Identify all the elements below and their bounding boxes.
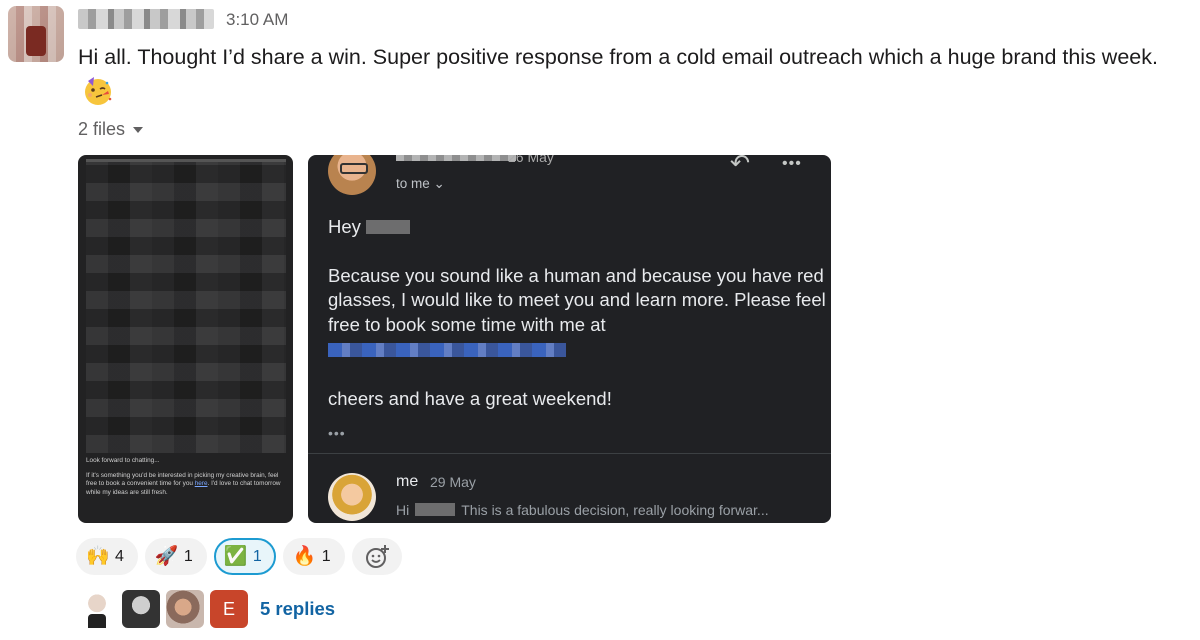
sender-avatar[interactable] [8, 6, 64, 62]
rocket-icon: 🚀 [154, 545, 179, 567]
more-options-icon: ••• [782, 155, 802, 172]
sender-name-redacted[interactable] [78, 9, 214, 29]
caret-down-icon [133, 126, 144, 133]
reaction-count: 4 [115, 547, 124, 565]
email-divider [308, 453, 831, 454]
email-paragraph: Because you sound like a human and becau… [328, 264, 826, 335]
reaction-count: 1 [183, 547, 193, 565]
redacted-name [415, 503, 456, 516]
attachment1-text: Look forward to chatting... If it's some… [86, 457, 284, 504]
redacted-name [366, 220, 411, 234]
attachment-image-1[interactable]: Look forward to chatting... If it's some… [78, 155, 293, 523]
reaction-white-check-mark[interactable]: ✅ 1 [213, 538, 276, 575]
reply-snippet-greeting: Hi [396, 502, 410, 518]
message-body: Hi all. Thought I’d share a win. Super p… [78, 40, 1193, 111]
check-mark-icon: ✅ [223, 545, 248, 567]
raised-hands-icon: 🙌 [86, 545, 110, 567]
message-timestamp[interactable]: 3:10 AM [226, 10, 288, 30]
fire-icon: 🔥 [292, 545, 317, 567]
email-signoff: cheers and have a great weekend! [328, 388, 612, 409]
reply-snippet: This is a fabulous decision, really look… [461, 502, 769, 518]
add-reaction-button[interactable] [351, 538, 402, 575]
attachment1-link: here [194, 480, 208, 488]
image-top-bar [86, 159, 286, 162]
email-sender-avatar [328, 155, 376, 195]
redacted-link [328, 343, 566, 357]
reactions-bar: 🙌 4 🚀 1 ✅ 1 🔥 1 [76, 538, 402, 575]
thread-replies[interactable]: E 5 replies [78, 590, 335, 628]
reply-date: 29 May [430, 474, 476, 490]
attachment1-line2: If it's something you'd be interested in… [86, 472, 284, 497]
reply-sender: me [396, 473, 419, 490]
replier-avatar[interactable] [122, 590, 160, 628]
replier-avatar[interactable] [78, 590, 116, 628]
partying-face-icon [85, 77, 112, 105]
reaction-count: 1 [321, 547, 331, 565]
email-greeting: Hey [328, 216, 361, 237]
reply-snippet-line: Hi This is a fabulous decision, really lo… [396, 502, 769, 518]
email-body: Hey Because you sound like a human and b… [328, 215, 828, 412]
replies-link[interactable]: 5 replies [260, 598, 335, 620]
message-text: Hi all. Thought I’d share a win. Super p… [78, 45, 1158, 69]
replier-avatar[interactable]: E [210, 590, 248, 628]
replier-avatar[interactable] [166, 590, 204, 628]
reaction-raised-hands[interactable]: 🙌 4 [76, 538, 138, 575]
files-toggle-label: 2 files [78, 119, 126, 139]
add-reaction-icon [365, 544, 389, 568]
email-sender-redacted [396, 155, 516, 161]
reaction-fire[interactable]: 🔥 1 [282, 538, 345, 575]
pixelated-content [86, 159, 286, 453]
email-recipient: to me ⌄ [396, 176, 445, 191]
attachment1-line1: Look forward to chatting... [86, 457, 160, 464]
files-toggle[interactable]: 2 files [78, 119, 144, 140]
reply-sender-avatar [328, 473, 376, 521]
email-date: 26 May [508, 155, 554, 165]
reaction-count: 1 [252, 547, 262, 565]
email-greeting-line: Hey [328, 215, 828, 240]
reaction-rocket[interactable]: 🚀 1 [144, 538, 207, 575]
attachment-image-2[interactable]: 26 May ↶ ••• to me ⌄ Hey Because you sou… [308, 155, 831, 523]
email-ellipsis: ••• [328, 425, 346, 441]
reply-arrow-icon: ↶ [730, 155, 751, 177]
